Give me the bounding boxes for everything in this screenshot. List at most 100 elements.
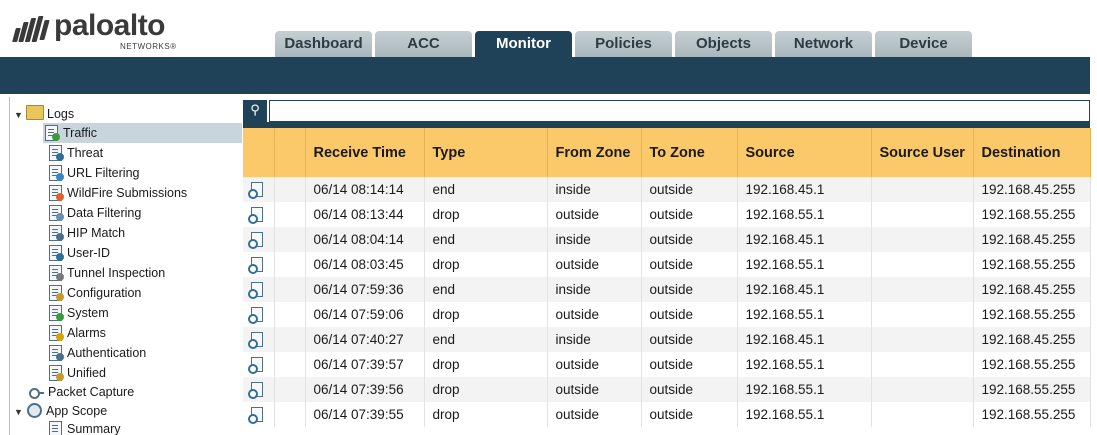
- header-edge: [1090, 57, 1097, 94]
- sidebar-item-label: Alarms: [67, 326, 106, 340]
- top-bar: paloalto NETWORKS® Dashboard ACC Monitor…: [0, 0, 1097, 57]
- table-header-row: Receive Time Type From Zone To Zone Sour…: [243, 128, 1091, 177]
- spacer-cell: [274, 252, 306, 277]
- cell-to-zone: outside: [641, 402, 738, 427]
- cell-type: drop: [424, 252, 548, 277]
- sidebar-item-authentication[interactable]: Authentication: [47, 343, 146, 363]
- collapse-triangle-icon[interactable]: ▼: [14, 105, 24, 125]
- sidebar-item-system[interactable]: System: [47, 303, 109, 323]
- spacer-cell: [274, 177, 306, 202]
- cell-from-zone: outside: [547, 252, 642, 277]
- cell-receive-time: 06/14 07:59:36: [305, 277, 425, 302]
- cell-source-user: [871, 377, 974, 402]
- column-header-source-user[interactable]: Source User: [871, 128, 974, 177]
- log-detail-view-icon[interactable]: [248, 381, 264, 399]
- sidebar-item-configuration[interactable]: Configuration: [47, 283, 141, 303]
- tab-acc[interactable]: ACC: [375, 31, 472, 57]
- table-row[interactable]: 06/14 07:39:57 drop outside outside 192.168.…: [243, 352, 1091, 377]
- cell-source-user: [871, 352, 974, 377]
- tab-monitor[interactable]: Monitor: [475, 31, 572, 57]
- wildfire-log-icon: [47, 184, 64, 201]
- column-header-type[interactable]: Type: [424, 128, 548, 177]
- tab-network[interactable]: Network: [775, 31, 872, 57]
- table-row[interactable]: 06/14 07:59:06 drop outside outside 192.168.…: [243, 302, 1091, 327]
- table-row[interactable]: 06/14 08:04:14 end inside outside 192.168.45…: [243, 227, 1091, 252]
- detail-cell: [243, 252, 275, 277]
- detail-cell: [243, 352, 275, 377]
- column-header-destination[interactable]: Destination: [973, 128, 1091, 177]
- table-row[interactable]: 06/14 07:59:36 end inside outside 192.168.45…: [243, 277, 1091, 302]
- detail-cell: [243, 277, 275, 302]
- column-header-source[interactable]: Source: [737, 128, 872, 177]
- tree-node-packet-capture[interactable]: Packet Capture: [28, 382, 134, 402]
- table-row[interactable]: 06/14 08:03:45 drop outside outside 192.168.…: [243, 252, 1091, 277]
- cell-source: 192.168.55.1: [737, 302, 872, 327]
- table-row[interactable]: 06/14 08:14:14 end inside outside 192.168.45…: [243, 177, 1091, 202]
- column-header-to-zone[interactable]: To Zone: [641, 128, 738, 177]
- sidebar-item-hip-match[interactable]: HIP Match: [47, 223, 125, 243]
- cell-type: drop: [424, 302, 548, 327]
- sidebar-item-wildfire-submissions[interactable]: WildFire Submissions: [47, 183, 187, 203]
- column-header-from-zone[interactable]: From Zone: [547, 128, 642, 177]
- log-detail-view-icon[interactable]: [248, 356, 264, 374]
- collapse-triangle-icon[interactable]: ▼: [14, 402, 24, 422]
- summary-icon: [47, 420, 63, 435]
- logo-subtitle: NETWORKS®: [120, 42, 177, 51]
- sidebar-item-traffic[interactable]: Traffic: [43, 123, 242, 143]
- log-detail-view-icon[interactable]: [248, 331, 264, 349]
- table-row[interactable]: 06/14 07:39:56 drop outside outside 192.168.…: [243, 377, 1091, 402]
- sidebar-item-label: Summary: [67, 422, 121, 435]
- log-detail-view-icon[interactable]: [248, 181, 264, 199]
- log-detail-view-icon[interactable]: [248, 231, 264, 249]
- configuration-log-icon: [47, 284, 64, 301]
- tab-objects[interactable]: Objects: [675, 31, 772, 57]
- cell-destination: 192.168.55.255: [973, 252, 1091, 277]
- cell-receive-time: 06/14 08:03:45: [305, 252, 425, 277]
- sidebar-item-threat[interactable]: Threat: [47, 143, 103, 163]
- sidebar-item-url-filtering[interactable]: URL Filtering: [47, 163, 139, 183]
- sidebar-item-data-filtering[interactable]: Data Filtering: [47, 203, 141, 223]
- sidebar-item-label: Authentication: [67, 346, 147, 360]
- table-row[interactable]: 06/14 08:13:44 drop outside outside 192.168.…: [243, 202, 1091, 227]
- table-row[interactable]: 06/14 07:40:27 end inside outside 192.168.45…: [243, 327, 1091, 352]
- sidebar-item-tunnel-inspection[interactable]: Tunnel Inspection: [47, 263, 165, 283]
- column-header-receive-time[interactable]: Receive Time: [305, 128, 425, 177]
- column-header-spacer: [274, 128, 306, 177]
- log-detail-view-icon[interactable]: [248, 256, 264, 274]
- spacer-cell: [274, 302, 306, 327]
- cell-to-zone: outside: [641, 327, 738, 352]
- cell-receive-time: 06/14 07:39:57: [305, 352, 425, 377]
- cell-source-user: [871, 202, 974, 227]
- log-filter-input[interactable]: [269, 100, 1090, 122]
- sidebar-item-alarms[interactable]: Alarms: [47, 323, 106, 343]
- tree-node-logs[interactable]: ▼ Logs: [14, 104, 242, 124]
- log-detail-view-icon[interactable]: [248, 281, 264, 299]
- log-detail-view-icon[interactable]: [248, 206, 264, 224]
- cell-source: 192.168.55.1: [737, 202, 872, 227]
- search-icon[interactable]: ⚲: [243, 100, 267, 122]
- log-filter-bar: ⚲: [243, 100, 1090, 122]
- tree-node-app-scope[interactable]: ▼ App Scope: [14, 401, 107, 421]
- sidebar-item-label: Unified: [67, 366, 106, 380]
- sidebar-item-user-id[interactable]: User-ID: [47, 243, 110, 263]
- sidebar-item-label: WildFire Submissions: [67, 186, 188, 200]
- cell-receive-time: 06/14 07:39:56: [305, 377, 425, 402]
- sidebar-item-label: URL Filtering: [67, 166, 140, 180]
- detail-cell: [243, 302, 275, 327]
- cell-receive-time: 06/14 08:13:44: [305, 202, 425, 227]
- sidebar-item-label: User-ID: [67, 246, 111, 260]
- sidebar-item-label: Data Filtering: [67, 206, 142, 220]
- tab-device[interactable]: Device: [875, 31, 972, 57]
- log-detail-view-icon[interactable]: [248, 406, 264, 424]
- cell-to-zone: outside: [641, 177, 738, 202]
- tab-policies[interactable]: Policies: [575, 31, 672, 57]
- log-detail-view-icon[interactable]: [248, 306, 264, 324]
- tab-dashboard[interactable]: Dashboard: [275, 31, 372, 57]
- cell-from-zone: outside: [547, 302, 642, 327]
- tunnel-inspection-log-icon: [47, 264, 64, 281]
- cell-source-user: [871, 227, 974, 252]
- sidebar-item-unified[interactable]: Unified: [47, 363, 106, 383]
- sidebar-item-summary[interactable]: Summary: [47, 419, 120, 435]
- cell-from-zone: inside: [547, 177, 642, 202]
- table-row[interactable]: 06/14 07:39:55 drop outside outside 192.168.…: [243, 402, 1091, 427]
